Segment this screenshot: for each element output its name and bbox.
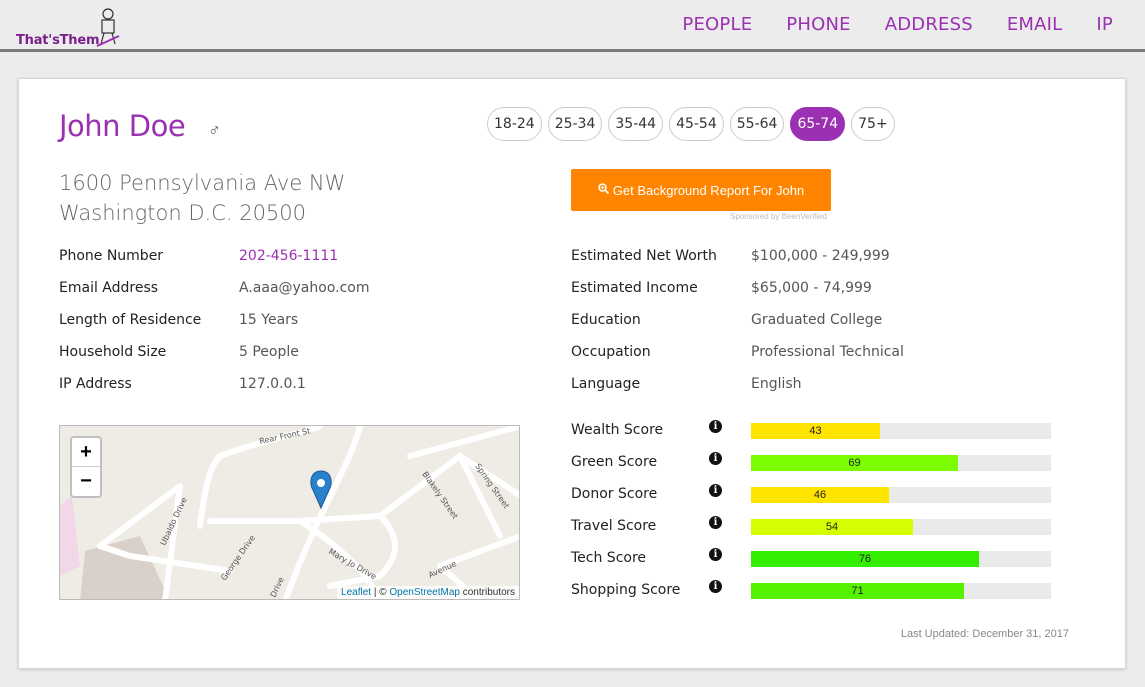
info-icon[interactable]: i: [709, 420, 722, 433]
age-pill-65-74[interactable]: 65-74: [790, 107, 846, 141]
info-icon[interactable]: i: [709, 516, 722, 529]
detail-value-income: $65,000 - 74,999: [751, 280, 872, 296]
age-pill-75-plus[interactable]: 75+: [851, 107, 895, 141]
detail-value-phone[interactable]: 202-456-1111: [239, 246, 338, 266]
detail-value-occupation: Professional Technical: [751, 344, 904, 360]
tech-score-bar: 76: [751, 551, 1051, 567]
person-name: John Doe: [59, 109, 186, 143]
detail-label-income: Estimated Income: [571, 280, 698, 296]
detail-value-residence: 15 Years: [239, 312, 299, 328]
address-line-1: 1600 Pennsylvania Ave NW: [59, 171, 346, 195]
age-range-selector: 18-24 25-34 35-44 45-54 55-64 65-74 75+: [487, 107, 901, 141]
male-icon: ♂: [208, 121, 221, 140]
wealth-score-label: Wealth Score: [571, 422, 664, 438]
osm-link[interactable]: OpenStreetMap: [389, 587, 460, 598]
detail-value-language: English: [751, 376, 802, 392]
nav-ip[interactable]: IP: [1096, 14, 1113, 35]
detail-label-ip: IP Address: [59, 376, 132, 392]
wealth-score-bar-fill: 43: [751, 423, 880, 439]
map-zoom-in-button[interactable]: +: [72, 438, 100, 467]
street-label: Drive: [269, 576, 286, 599]
logo-figure-icon: [96, 8, 120, 47]
info-icon[interactable]: i: [709, 580, 722, 593]
age-pill-25-34[interactable]: 25-34: [547, 107, 603, 141]
detail-label-household: Household Size: [59, 344, 167, 360]
search-plus-icon: [597, 183, 609, 197]
detail-value-email: A.aaa@yahoo.com: [239, 280, 370, 296]
attribution-sep: | ©: [371, 587, 390, 598]
detail-value-ip: 127.0.0.1: [239, 376, 306, 392]
detail-label-residence: Length of Residence: [59, 312, 202, 328]
logo-text: That'sThem: [16, 33, 100, 48]
street-label: Blakely Street: [420, 470, 459, 521]
street-label: Rear Front St: [259, 426, 312, 446]
map-streets: Rear Front St Blakely Street Spring Stre…: [60, 426, 519, 599]
green-score-bar-fill: 69: [751, 455, 958, 471]
shopping-score-bar-fill: 71: [751, 583, 964, 599]
location-map[interactable]: Rear Front St Blakely Street Spring Stre…: [59, 425, 520, 600]
travel-score-bar: 54: [751, 519, 1051, 535]
site-header: That'sThem PEOPLE PHONE ADDRESS EMAIL IP: [0, 0, 1145, 52]
nav-address[interactable]: ADDRESS: [885, 14, 973, 35]
tech-score-label: Tech Score: [571, 550, 647, 566]
age-pill-18-24[interactable]: 18-24: [487, 107, 542, 141]
leaflet-link[interactable]: Leaflet: [341, 587, 371, 598]
street-label: Mary Jo Drive: [327, 547, 378, 582]
detail-label-education: Education: [571, 312, 641, 328]
detail-label-occupation: Occupation: [571, 344, 651, 360]
nav-people[interactable]: PEOPLE: [682, 14, 752, 35]
age-pill-55-64[interactable]: 55-64: [729, 107, 785, 141]
map-zoom-out-button[interactable]: −: [72, 467, 100, 496]
detail-value-net-worth: $100,000 - 249,999: [751, 248, 890, 264]
background-report-button[interactable]: Get Background Report For John: [571, 169, 831, 211]
shopping-score-label: Shopping Score: [571, 582, 681, 598]
map-attribution: Leaflet | © OpenStreetMap contributors: [337, 586, 519, 599]
green-score-label: Green Score: [571, 454, 658, 470]
main-nav: PEOPLE PHONE ADDRESS EMAIL IP: [682, 14, 1145, 35]
sponsor-note[interactable]: Sponsored by BeenVerified: [730, 212, 827, 221]
detail-label-email: Email Address: [59, 280, 159, 296]
green-score-bar: 69: [751, 455, 1051, 471]
nav-email[interactable]: EMAIL: [1007, 14, 1063, 35]
site-logo[interactable]: That'sThem: [16, 6, 121, 48]
detail-value-household: 5 People: [239, 344, 299, 360]
person-address: 1600 Pennsylvania Ave NW Washington D.C.…: [59, 168, 345, 228]
shopping-score-bar: 71: [751, 583, 1051, 599]
travel-score-label: Travel Score: [571, 518, 657, 534]
info-icon[interactable]: i: [709, 548, 722, 561]
person-card: John Doe ♂ 18-24 25-34 35-44 45-54 55-64…: [18, 78, 1126, 669]
donor-score-bar-fill: 46: [751, 487, 889, 503]
age-pill-45-54[interactable]: 45-54: [669, 107, 724, 141]
map-zoom-control: + −: [70, 436, 102, 498]
detail-label-phone: Phone Number: [59, 248, 164, 264]
last-updated: Last Updated: December 31, 2017: [900, 628, 1069, 640]
donor-score-bar: 46: [751, 487, 1051, 503]
tech-score-bar-fill: 76: [751, 551, 979, 567]
age-pill-35-44[interactable]: 35-44: [608, 107, 664, 141]
wealth-score-bar: 43: [751, 423, 1051, 439]
detail-label-language: Language: [571, 376, 641, 392]
travel-score-bar-fill: 54: [751, 519, 913, 535]
address-line-2: Washington D.C. 20500: [59, 201, 307, 225]
donor-score-label: Donor Score: [571, 486, 658, 502]
detail-value-education: Graduated College: [751, 312, 883, 328]
background-report-label: Get Background Report For John: [612, 182, 805, 198]
detail-label-net-worth: Estimated Net Worth: [571, 248, 717, 264]
street-label: George Drive: [219, 533, 257, 582]
info-icon[interactable]: i: [709, 484, 722, 497]
info-icon[interactable]: i: [709, 452, 722, 465]
attribution-tail: contributors: [459, 587, 515, 598]
nav-phone[interactable]: PHONE: [786, 14, 850, 35]
